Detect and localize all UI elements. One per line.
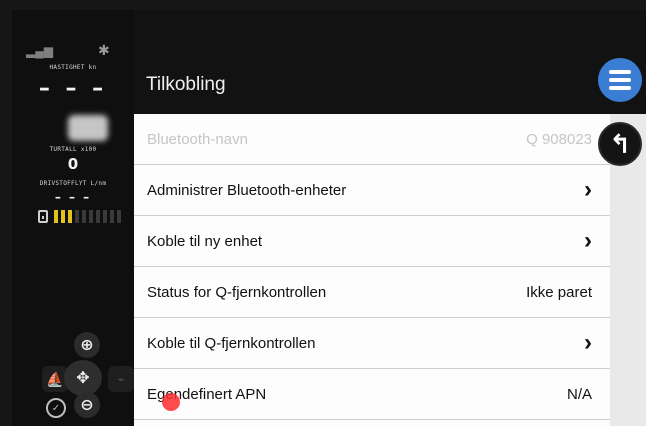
settings-row: Bluetooth-navn Q 908023 bbox=[134, 114, 610, 165]
chevron-right-icon: › bbox=[584, 176, 592, 203]
settings-row[interactable]: Egendefinert APN N/A bbox=[134, 369, 610, 420]
menu-icon-line bbox=[609, 78, 631, 82]
compass-icon[interactable]: ✓ bbox=[46, 398, 66, 418]
settings-row[interactable]: Koble til ny enhet › bbox=[134, 216, 610, 267]
fuel-flow-label: DRIVSTOFFLYT L/nm bbox=[39, 180, 107, 187]
fuel-flow-value: – – – bbox=[54, 190, 92, 204]
fuel-tank-icon bbox=[38, 210, 48, 223]
fuel-level-bar bbox=[96, 210, 100, 223]
fuel-level-bar bbox=[89, 210, 93, 223]
settings-row[interactable]: Koble til Q-fjernkontrollen › bbox=[134, 318, 610, 369]
fuel-level-bar bbox=[117, 210, 121, 223]
settings-list: Bluetooth-navn Q 908023 Administrer Blueto… bbox=[134, 114, 610, 426]
settings-row-label: Bluetooth-navn bbox=[147, 130, 248, 148]
touch-indicator bbox=[162, 393, 180, 411]
signal-icon: ▂▄▆ bbox=[26, 44, 53, 58]
settings-row-label: Koble til ny enhet bbox=[147, 232, 263, 250]
back-arrow-icon: ↰ bbox=[609, 128, 631, 159]
header bbox=[134, 10, 646, 114]
settings-row-value: Ikke paret bbox=[526, 283, 592, 301]
settings-row-value: Q 908023 bbox=[526, 130, 592, 148]
menu-icon-line bbox=[609, 70, 631, 74]
fuel-level-bar bbox=[54, 210, 58, 223]
rpm-label: TURTALL x100 bbox=[49, 146, 97, 153]
rpm-glare bbox=[68, 115, 108, 141]
fuel-level-gauge bbox=[38, 210, 121, 223]
settings-row-label: Status for Q-fjernkontrollen bbox=[147, 283, 327, 301]
fuel-level-bar bbox=[75, 210, 79, 223]
fuel-level-bar bbox=[61, 210, 65, 223]
bluetooth-icon: ✱ bbox=[98, 42, 110, 58]
fuel-level-bar bbox=[68, 210, 72, 223]
chevron-right-icon: › bbox=[584, 227, 592, 254]
settings-row-label: Administrer Bluetooth-enheter bbox=[147, 181, 347, 199]
menu-icon-line bbox=[609, 86, 631, 90]
fuel-level-bar bbox=[82, 210, 86, 223]
map-controls: ⊕ ⛵ ✥ ⌁ ✓ ⊖ bbox=[12, 330, 134, 426]
settings-row-value: N/A bbox=[566, 385, 592, 403]
speed-label: HASTIGHET kn bbox=[49, 64, 97, 71]
speed-value: – – – bbox=[38, 76, 108, 101]
rpm-value: 0 bbox=[67, 155, 79, 173]
settings-row[interactable]: Administrer Bluetooth-enheter › bbox=[134, 165, 610, 216]
screen: ▂▄▆ ✱ HASTIGHET kn – – – TURTALL x100 0 … bbox=[12, 10, 646, 426]
settings-row-label: Koble til Q-fjernkontrollen bbox=[147, 334, 316, 352]
fuel-level-bar bbox=[110, 210, 114, 223]
back-button[interactable]: ↰ bbox=[598, 122, 642, 166]
fuel-level-bar bbox=[103, 210, 107, 223]
chevron-right-icon: › bbox=[584, 329, 592, 356]
zoom-out-icon[interactable]: ⊖ bbox=[74, 392, 100, 418]
pan-icon[interactable]: ✥ bbox=[64, 360, 102, 396]
instrument-panel: ▂▄▆ ✱ HASTIGHET kn – – – TURTALL x100 0 … bbox=[12, 10, 134, 426]
zoom-in-icon[interactable]: ⊕ bbox=[74, 332, 100, 358]
settings-row[interactable]: Status for Q-fjernkontrollen Ikke paret bbox=[134, 267, 610, 318]
menu-button[interactable] bbox=[598, 58, 642, 102]
route-icon[interactable]: ⌁ bbox=[108, 366, 134, 392]
page-title: Tilkobling bbox=[146, 74, 226, 95]
